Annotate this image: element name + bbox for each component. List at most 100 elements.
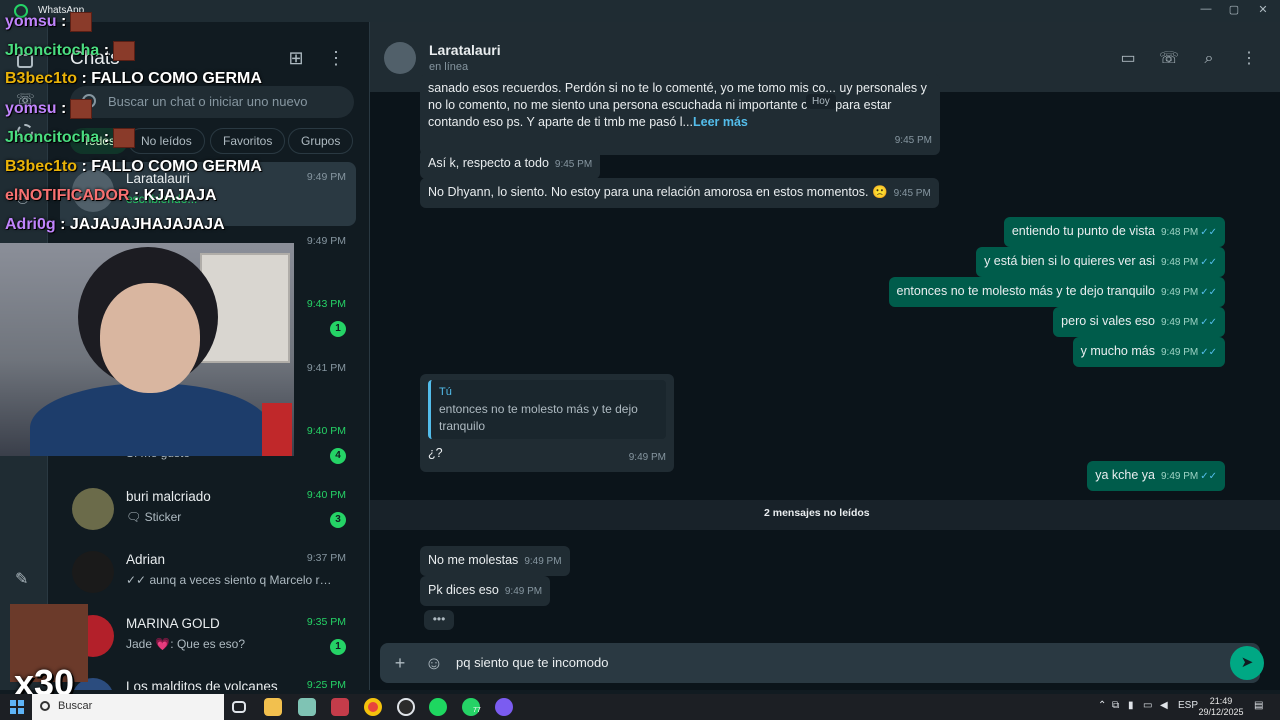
read-ticks-icon: ✓✓ (1200, 287, 1217, 298)
start-button[interactable] (10, 700, 24, 714)
stream-chat-user: B3bec1to (5, 158, 78, 175)
stream-chat-text: : FALLO COMO GERMA (81, 158, 262, 175)
read-ticks-icon: ✓✓ (1200, 317, 1217, 328)
discord-icon[interactable] (495, 698, 513, 716)
file-explorer-icon[interactable] (264, 698, 282, 716)
webcam-person-face (100, 283, 200, 393)
obs-icon[interactable] (397, 698, 415, 716)
send-button[interactable]: ➤ (1230, 646, 1264, 680)
stream-chat-line: Adri0g : JAJAJAJHAJAJAJA (5, 216, 225, 234)
message-outgoing[interactable]: pero si vales eso 9:49 PM ✓✓ (1053, 307, 1225, 337)
message-time: 9:49 PM (1160, 317, 1199, 328)
minimize-button[interactable]: — (1195, 3, 1217, 19)
language-indicator[interactable]: ESP (1178, 700, 1198, 711)
unread-badge: 3 (330, 512, 346, 528)
chat-time: 9:49 PM (306, 235, 346, 247)
search-input[interactable]: Buscar un chat o iniciar uno nuevo (70, 86, 354, 118)
message-outgoing[interactable]: y mucho más 9:49 PM ✓✓ (1072, 337, 1225, 367)
webcam-person-shirt (30, 383, 270, 456)
webcam-mic (262, 403, 292, 456)
message-text: entiendo tu punto de vista (1011, 224, 1155, 238)
filter-unread[interactable]: No leídos (128, 128, 205, 154)
emote-icon (70, 99, 93, 119)
chrome-icon[interactable] (364, 698, 382, 716)
message-composer[interactable]: + ☺ pq siento que te incomodo (380, 643, 1260, 683)
tray-chevron-icon[interactable]: ⌃ (1098, 700, 1106, 711)
taskbar-search-label: Buscar (58, 700, 93, 712)
tray-mic-icon[interactable]: ▮ (1128, 700, 1134, 711)
stream-chat-user: elNOTIFICADOR (5, 187, 130, 204)
message-incoming-reply[interactable]: Tú entonces no te molesto más y te dejo … (420, 374, 674, 472)
message-outgoing[interactable]: entiendo tu punto de vista 9:48 PM ✓✓ (1003, 217, 1225, 247)
message-time: 9:45 PM (893, 188, 931, 199)
read-ticks-icon: ✓✓ (1200, 227, 1217, 238)
message-text: Pk dices eso (428, 583, 499, 597)
sticker-emoji-icon[interactable]: ☺ (424, 653, 444, 673)
message-incoming[interactable]: Pk dices eso 9:49 PM (420, 576, 551, 606)
message-incoming[interactable]: sanado esos recuerdos. Perdón si no te l… (420, 74, 940, 155)
quoted-message[interactable]: Tú entonces no te molesto más y te dejo … (428, 380, 666, 439)
menu-dots-icon[interactable]: ⋮ (1239, 50, 1259, 68)
tray-network-icon[interactable]: ⧉ (1112, 700, 1119, 711)
chat-time: 9:49 PM (306, 171, 346, 183)
message-outgoing[interactable]: ya kche ya 9:49 PM ✓✓ (1087, 461, 1225, 491)
message-time: 9:49 PM (628, 452, 666, 463)
menu-dots-icon[interactable]: ⋮ (326, 48, 346, 68)
contact-name[interactable]: Laratalauri (429, 42, 501, 58)
media-app-icon[interactable] (331, 698, 349, 716)
stream-chat-text: : JAJAJAJHAJAJAJA (60, 216, 225, 233)
chat-item-adrian[interactable]: Adrian ✓✓ aunq a veces siento q Marcelo … (60, 543, 356, 607)
taskbar-clock[interactable]: 21:49 29/12/2025 (1196, 696, 1246, 718)
message-text: entonces no te molesto más y te dejo tra… (896, 284, 1155, 298)
tray-display-icon[interactable]: ▭ (1143, 700, 1152, 711)
stream-chat-line: yomsu : (5, 99, 93, 119)
emote-icon (113, 41, 136, 61)
tray-volume-icon[interactable]: ◀ (1160, 700, 1168, 711)
voice-call-icon[interactable]: ☏ (1159, 50, 1179, 68)
stream-chat-user: Jhoncitocha (5, 129, 100, 147)
chat-item-buri-malcriado[interactable]: buri malcriado 🗨 Sticker 9:40 PM 3 (60, 480, 356, 544)
new-chat-icon[interactable]: ⊞ (286, 48, 306, 68)
task-view-icon[interactable] (232, 701, 246, 713)
message-outgoing[interactable]: y está bien si lo quieres ver asi 9:48 PM… (976, 247, 1225, 277)
maximize-button[interactable]: ▢ (1223, 3, 1245, 19)
close-button[interactable]: ✕ (1252, 3, 1274, 19)
filter-favorites[interactable]: Favoritos (210, 128, 286, 154)
message-incoming[interactable]: No Dhyann, lo siento. No estoy para una … (420, 178, 939, 208)
message-input[interactable]: pq siento que te incomodo (456, 655, 609, 670)
message-time: 9:48 PM (1160, 257, 1199, 268)
stream-chat-text: : (103, 129, 110, 147)
message-time: 9:49 PM (524, 556, 562, 567)
notifications-icon[interactable]: ▤ (1254, 700, 1263, 711)
chat-item-los-malditos[interactable]: Los malditos de volcanes 9:25 PM (60, 670, 356, 690)
taskbar-search[interactable]: Buscar (32, 694, 224, 720)
spotify-icon[interactable] (429, 698, 447, 716)
window-titlebar: WhatsApp — ▢ ✕ (0, 0, 1280, 22)
search-icon[interactable]: ⌕ (1199, 50, 1219, 68)
stream-chat-user: Adri0g (5, 216, 56, 233)
message-outgoing[interactable]: entonces no te molesto más y te dejo tra… (888, 277, 1225, 307)
read-more-link[interactable]: Leer más (693, 115, 748, 129)
webcam-overlay (0, 243, 294, 456)
chat-time: 9:40 PM (306, 425, 346, 437)
attach-plus-icon[interactable]: + (390, 653, 410, 673)
filter-groups[interactable]: Grupos (288, 128, 354, 154)
settings-nav-icon[interactable]: ✎ (15, 569, 28, 589)
chat-preview: Jade 💗: Que es eso? (126, 637, 246, 651)
taskbar: Buscar 77 ⌃ ⧉ ▮ ▭ ◀ ESP 21:49 29/12/2025… (0, 694, 1280, 720)
notes-app-icon[interactable] (298, 698, 316, 716)
chat-name: Adrian (126, 552, 166, 567)
message-incoming[interactable]: No me molestas 9:49 PM (420, 546, 570, 576)
message-text: ya kche ya (1095, 468, 1155, 482)
unread-divider-label: 2 mensajes no leídos (764, 507, 870, 519)
video-call-icon[interactable]: ▭ (1118, 50, 1138, 68)
chat-item-marina-gold[interactable]: MARINA GOLD Jade 💗: Que es eso? 9:35 PM … (60, 607, 356, 671)
message-text: No Dhyann, lo siento. No estoy para una … (428, 185, 888, 199)
read-ticks-icon: ✓✓ (1200, 347, 1217, 358)
message-text: No me molestas (428, 553, 519, 567)
message-incoming[interactable]: Así k, respecto a todo 9:45 PM (420, 149, 601, 179)
unread-badge: 4 (330, 448, 346, 464)
contact-avatar[interactable] (384, 42, 416, 74)
search-placeholder: Buscar un chat o iniciar uno nuevo (108, 94, 308, 109)
stream-chat-line: elNOTIFICADOR : KJAJAJA (5, 187, 217, 205)
